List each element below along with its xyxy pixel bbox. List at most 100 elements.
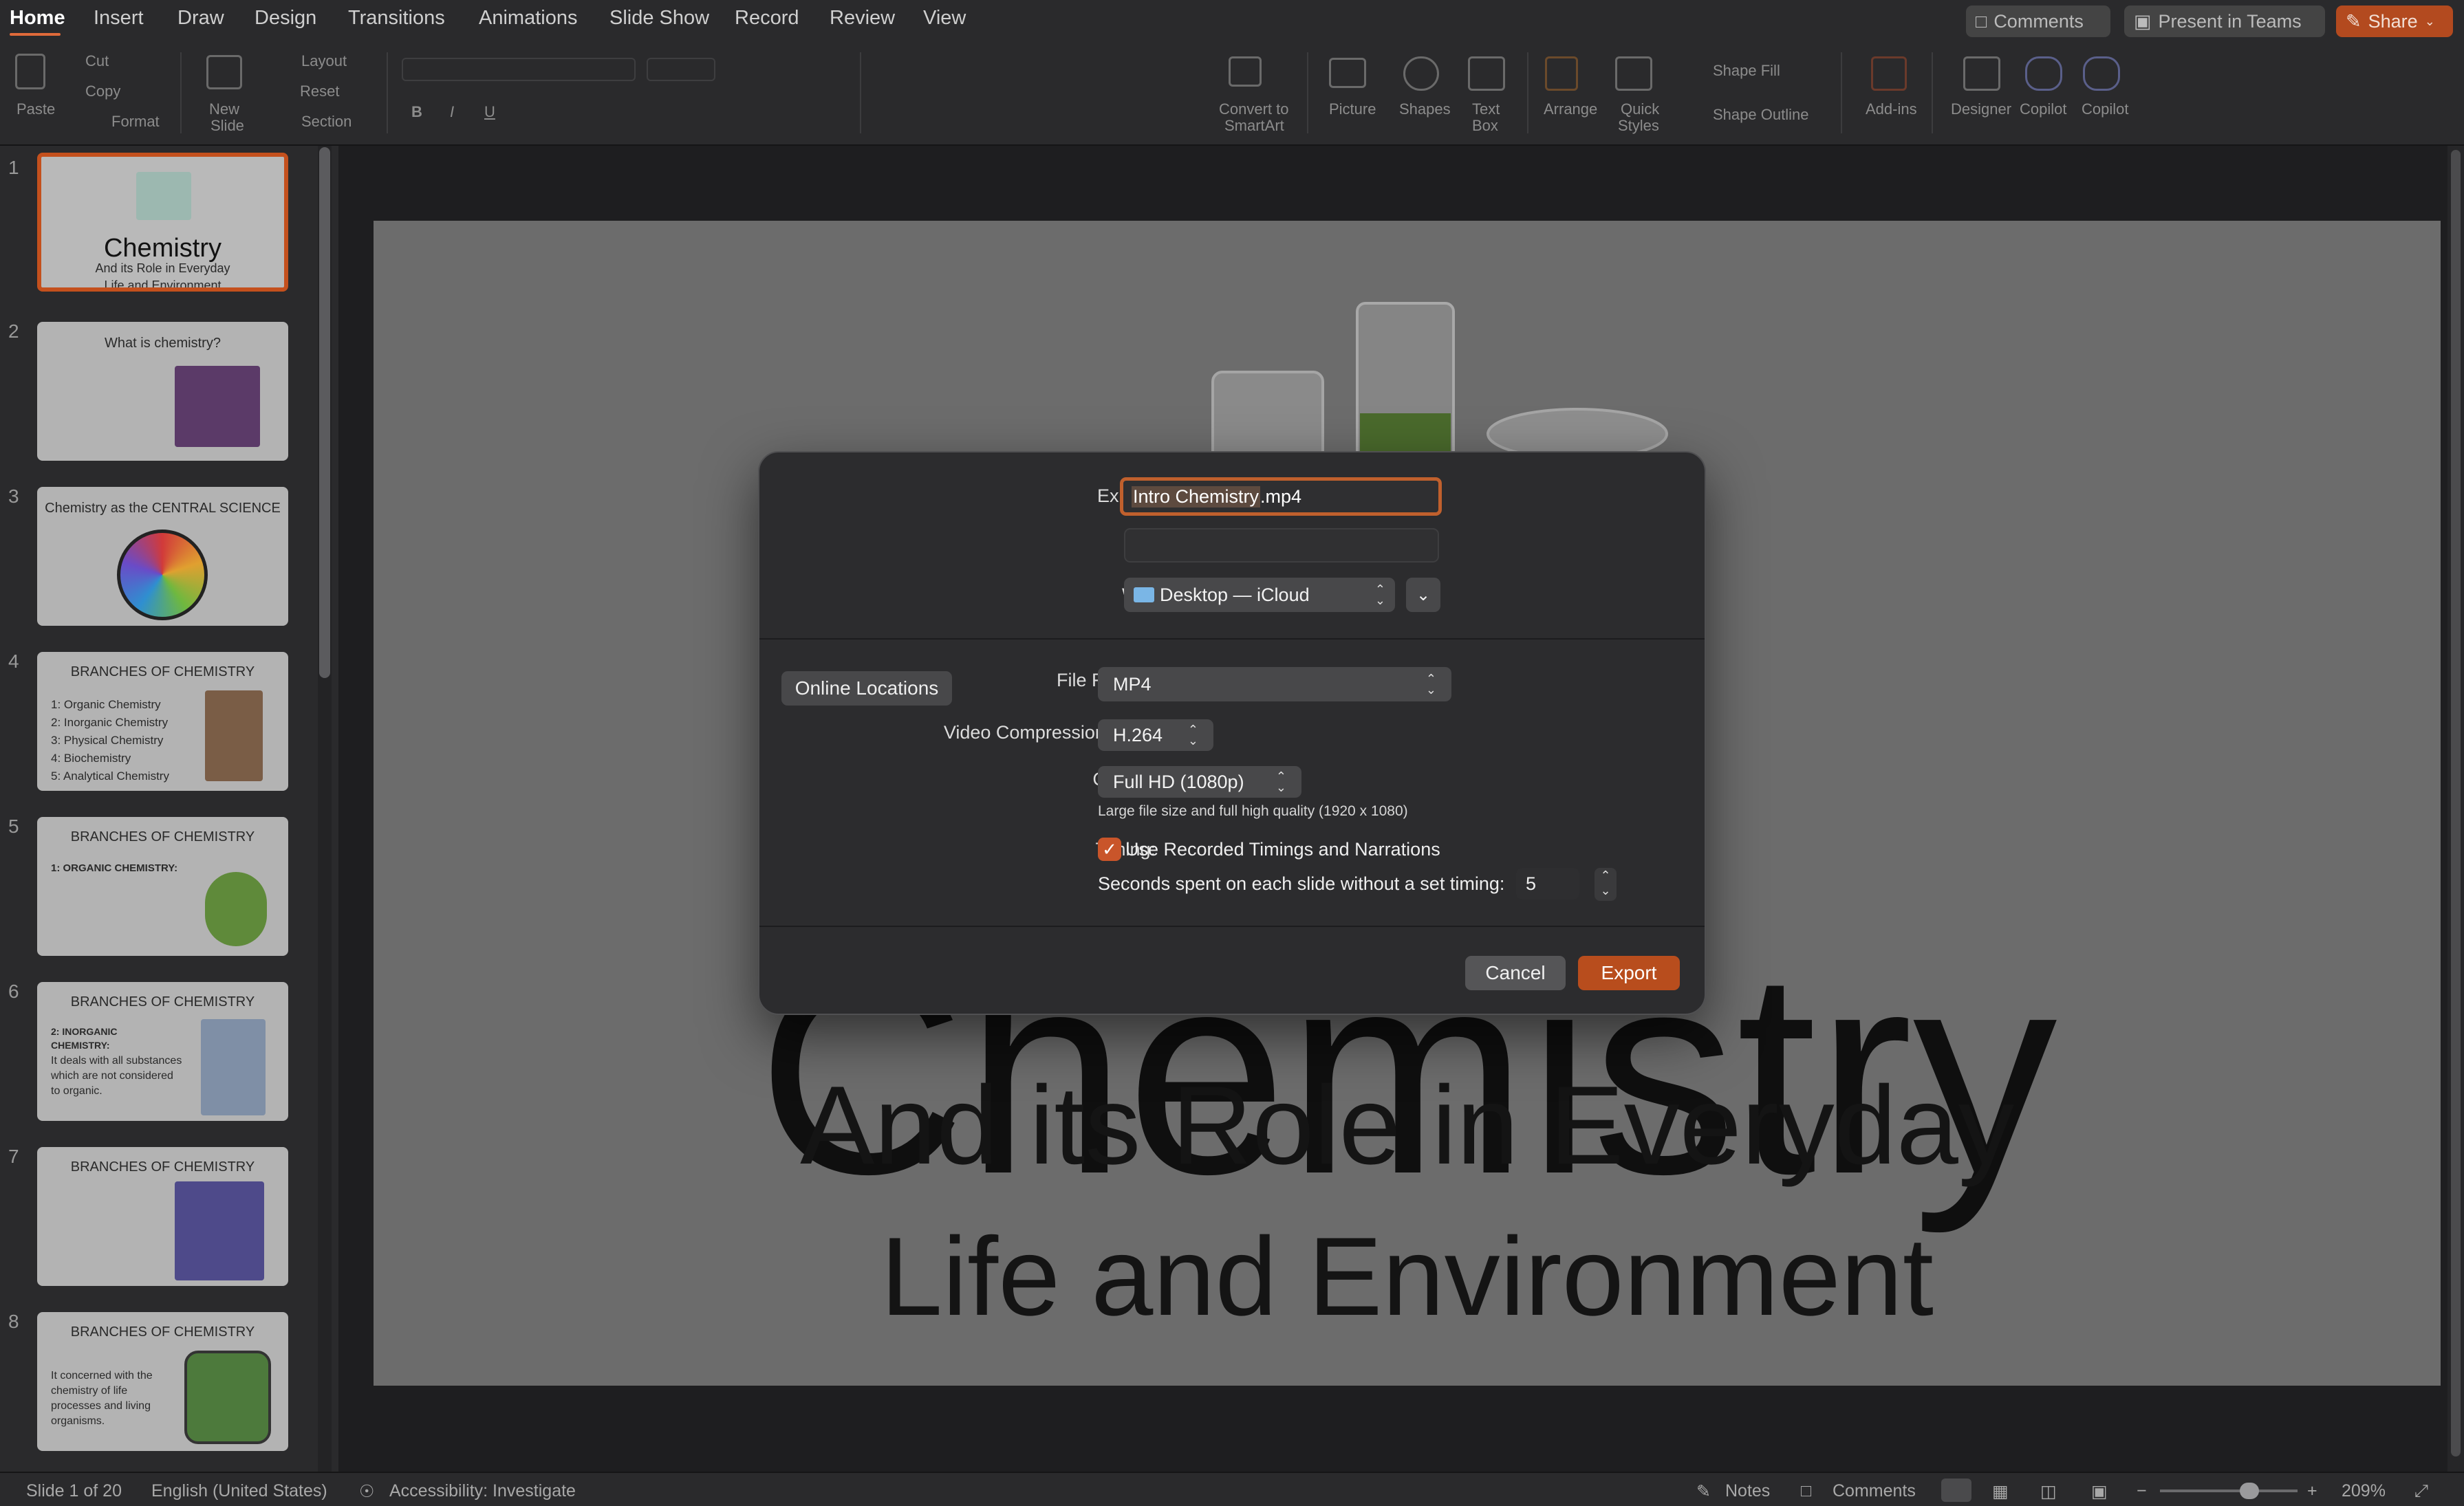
tab-draw[interactable]: Draw bbox=[177, 7, 224, 30]
textbox-icon[interactable] bbox=[1468, 56, 1505, 91]
copilot-icon[interactable] bbox=[2083, 56, 2120, 91]
file-format-select[interactable]: MP4 ⌃ ⌄ bbox=[1098, 667, 1451, 701]
new-slide-label-2[interactable]: Slide bbox=[210, 117, 244, 134]
copy-button[interactable]: Copy bbox=[85, 83, 120, 100]
where-select[interactable]: Desktop — iCloud ⌃ ⌄ bbox=[1124, 578, 1395, 612]
export-as-input[interactable]: Intro Chemistry .mp4 bbox=[1120, 477, 1442, 516]
tab-animations[interactable]: Animations bbox=[479, 7, 577, 30]
section-button[interactable]: Section bbox=[301, 113, 352, 130]
slide-thumbnail-5[interactable]: BRANCHES OF CHEMISTRY 1: ORGANIC CHEMIST… bbox=[37, 817, 288, 956]
online-locations-button[interactable]: Online Locations bbox=[781, 671, 952, 706]
shape-outline-button[interactable]: Shape Outline bbox=[1713, 106, 1808, 123]
slide-subtitle-line-1[interactable]: And its Role in Everyday bbox=[374, 1070, 2441, 1181]
accessibility-icon[interactable]: ☉ bbox=[359, 1481, 374, 1502]
comments-button[interactable]: □ Comments bbox=[1966, 6, 2110, 37]
tab-home[interactable]: Home bbox=[10, 7, 65, 30]
quick-styles-icon[interactable] bbox=[1615, 56, 1652, 91]
slide-thumbnail-3[interactable]: Chemistry as the CENTRAL SCIENCE bbox=[37, 487, 288, 626]
convert-smartart-label-1[interactable]: Convert to bbox=[1219, 100, 1289, 118]
seconds-stepper[interactable]: ⌃ ⌄ bbox=[1595, 868, 1617, 901]
italic-icon[interactable]: I bbox=[450, 103, 454, 120]
arrange-icon[interactable] bbox=[1545, 56, 1578, 91]
editor-scrollbar-thumb[interactable] bbox=[2451, 150, 2461, 1456]
reset-button[interactable]: Reset bbox=[300, 83, 339, 100]
slide-thumbnail-8[interactable]: BRANCHES OF CHEMISTRY It concerned with … bbox=[37, 1312, 288, 1451]
slide-thumbnail-2[interactable]: What is chemistry? bbox=[37, 322, 288, 461]
designer-icon[interactable] bbox=[1963, 56, 2000, 91]
copilot-label-2[interactable]: Copilot bbox=[2082, 100, 2128, 118]
shapes-label[interactable]: Shapes bbox=[1399, 100, 1451, 118]
seconds-input[interactable]: 5 bbox=[1516, 868, 1579, 899]
slide-sorter-icon[interactable]: ▦ bbox=[1992, 1481, 2009, 1502]
slide-thumbnail-4[interactable]: BRANCHES OF CHEMISTRY 1: Organic Chemist… bbox=[37, 652, 288, 791]
font-size-box[interactable] bbox=[647, 58, 715, 81]
slide-thumbnail-1[interactable]: Chemistry And its Role in Everyday Life … bbox=[37, 153, 288, 292]
slide-subtitle-line-2[interactable]: Life and Environment bbox=[374, 1221, 2441, 1333]
tab-insert[interactable]: Insert bbox=[94, 7, 144, 30]
tab-review[interactable]: Review bbox=[830, 7, 895, 30]
underline-icon[interactable]: U bbox=[484, 103, 495, 120]
tab-view[interactable]: View bbox=[923, 7, 966, 30]
new-slide-icon[interactable] bbox=[206, 55, 242, 89]
compression-select[interactable]: H.264 ⌃ ⌄ bbox=[1098, 719, 1213, 751]
recorded-timings-label[interactable]: Use Recorded Timings and Narrations bbox=[1125, 839, 1440, 860]
zoom-out-icon[interactable]: − bbox=[2137, 1481, 2147, 1501]
layout-button[interactable]: Layout bbox=[301, 52, 347, 69]
format-painter-button[interactable]: Format bbox=[111, 113, 160, 130]
checkbox-checked-icon[interactable]: ✓ bbox=[1098, 838, 1121, 861]
tab-record[interactable]: Record bbox=[735, 7, 799, 30]
zoom-in-icon[interactable]: + bbox=[2307, 1481, 2317, 1501]
quick-styles-label-2[interactable]: Styles bbox=[1618, 117, 1659, 134]
add-ins-icon[interactable] bbox=[1871, 56, 1907, 91]
normal-view-icon[interactable] bbox=[1941, 1478, 1971, 1502]
notes-button[interactable]: Notes bbox=[1725, 1481, 1770, 1501]
accessibility-status[interactable]: Accessibility: Investigate bbox=[389, 1481, 576, 1501]
stepper-up-icon[interactable]: ⌃ bbox=[1600, 869, 1610, 882]
copilot-label-1[interactable]: Copilot bbox=[2020, 100, 2066, 118]
convert-smartart-label-2[interactable]: SmartArt bbox=[1224, 117, 1284, 134]
reading-view-icon[interactable]: ◫ bbox=[2040, 1481, 2057, 1502]
shapes-icon[interactable] bbox=[1403, 56, 1439, 91]
tags-input[interactable] bbox=[1124, 528, 1439, 563]
tab-transitions[interactable]: Transitions bbox=[348, 7, 445, 30]
chevron-down-icon: ⌄ bbox=[1416, 585, 1431, 604]
arrange-label[interactable]: Arrange bbox=[1544, 100, 1597, 118]
tab-design[interactable]: Design bbox=[255, 7, 316, 30]
textbox-label-2[interactable]: Box bbox=[1472, 117, 1498, 134]
language-indicator[interactable]: English (United States) bbox=[151, 1481, 327, 1501]
cancel-button[interactable]: Cancel bbox=[1465, 956, 1566, 990]
picture-icon[interactable] bbox=[1329, 58, 1366, 88]
expand-dialog-button[interactable]: ⌄ bbox=[1406, 578, 1440, 612]
tab-slide-show[interactable]: Slide Show bbox=[609, 7, 709, 30]
textbox-label-1[interactable]: Text bbox=[1472, 100, 1500, 118]
slideshow-icon[interactable]: ▣ bbox=[2091, 1481, 2108, 1502]
slide-thumbnail-7[interactable]: BRANCHES OF CHEMISTRY bbox=[37, 1147, 288, 1286]
paste-label[interactable]: Paste bbox=[17, 100, 55, 118]
zoom-level[interactable]: 209% bbox=[2342, 1481, 2386, 1501]
zoom-slider-thumb[interactable] bbox=[2240, 1483, 2259, 1499]
share-button[interactable]: ✎ Share ⌄ bbox=[2336, 6, 2453, 37]
font-name-box[interactable] bbox=[402, 58, 636, 81]
notes-icon[interactable]: ✎ bbox=[1696, 1481, 1711, 1502]
add-ins-label[interactable]: Add-ins bbox=[1866, 100, 1917, 118]
new-slide-label-1[interactable]: New bbox=[209, 100, 239, 118]
present-in-teams-button[interactable]: ▣ Present in Teams bbox=[2124, 6, 2325, 37]
stepper-down-icon[interactable]: ⌄ bbox=[1600, 884, 1610, 897]
shape-fill-button[interactable]: Shape Fill bbox=[1713, 62, 1780, 79]
quality-select[interactable]: Full HD (1080p) ⌃ ⌄ bbox=[1098, 766, 1301, 798]
designer-label[interactable]: Designer bbox=[1951, 100, 2011, 118]
cut-button[interactable]: Cut bbox=[85, 52, 109, 69]
quick-styles-label-1[interactable]: Quick bbox=[1621, 100, 1659, 118]
comments-icon[interactable]: □ bbox=[1801, 1481, 1811, 1501]
thumbnail-scrollbar-thumb[interactable] bbox=[319, 147, 330, 678]
zoom-slider-track[interactable] bbox=[2160, 1489, 2298, 1492]
bold-icon[interactable]: B bbox=[411, 103, 422, 120]
slide-thumbnail-6[interactable]: BRANCHES OF CHEMISTRY 2: INORGANIC CHEMI… bbox=[37, 982, 288, 1121]
copilot-icon[interactable] bbox=[2025, 56, 2062, 91]
export-button[interactable]: Export bbox=[1578, 956, 1680, 990]
smartart-icon[interactable] bbox=[1229, 56, 1262, 87]
comments-status-button[interactable]: Comments bbox=[1833, 1481, 1916, 1501]
picture-label[interactable]: Picture bbox=[1329, 100, 1376, 118]
fit-to-window-icon[interactable]: ⤢ bbox=[2414, 1481, 2428, 1501]
paste-icon[interactable] bbox=[15, 54, 45, 89]
